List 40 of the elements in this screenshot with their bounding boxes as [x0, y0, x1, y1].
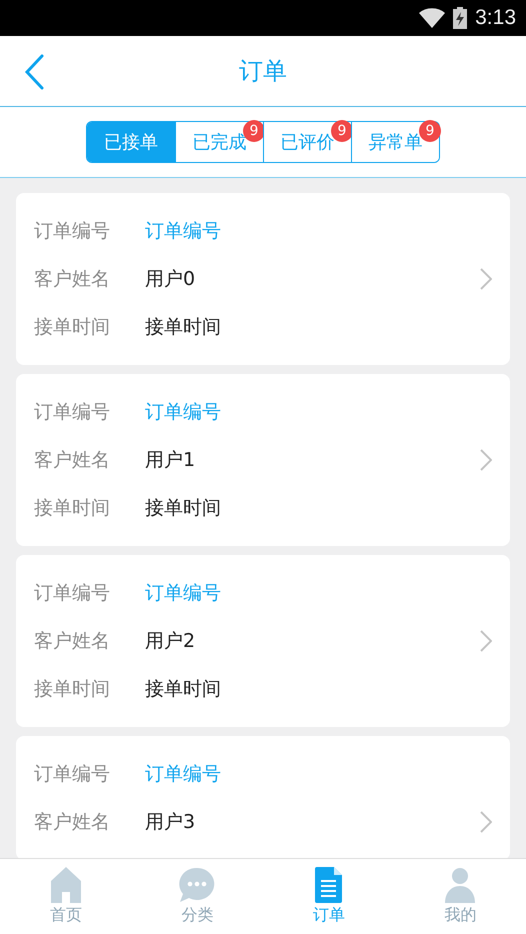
field-value: 用户3 [145, 810, 196, 835]
nav-tab[interactable]: 我的 [394, 859, 526, 934]
count-badge: 9 [419, 120, 441, 142]
order-card[interactable]: 订单编号 订单编号 客户姓名 用户2 接单时间 接单时间 [16, 555, 510, 727]
field-value: 接单时间 [145, 496, 222, 521]
field-label: 客户姓名 [34, 629, 111, 654]
wifi-icon [419, 8, 446, 28]
field-label: 客户姓名 [34, 448, 111, 473]
field-value: 用户0 [145, 267, 196, 292]
field-label: 订单编号 [34, 400, 111, 425]
order-card[interactable]: 订单编号 订单编号 客户姓名 用户3 [16, 736, 510, 858]
status-tab[interactable]: 已接单 [87, 122, 175, 162]
field-value: 接单时间 [145, 315, 222, 340]
nav-tab[interactable]: 首页 [0, 859, 132, 934]
field-label: 客户姓名 [34, 810, 111, 835]
field-label: 接单时间 [34, 677, 111, 702]
field-value: 用户2 [145, 629, 196, 654]
field-value: 接单时间 [145, 677, 222, 702]
field-label: 订单编号 [34, 219, 111, 244]
home-icon [50, 867, 81, 903]
document-icon [315, 867, 342, 903]
field-label: 接单时间 [34, 315, 111, 340]
field-label: 客户姓名 [34, 267, 111, 292]
order-card[interactable]: 订单编号 订单编号 客户姓名 用户0 接单时间 接单时间 [16, 193, 510, 365]
field-value: 订单编号 [145, 762, 222, 787]
nav-tab[interactable]: 订单 [263, 859, 394, 934]
user-icon [445, 867, 476, 903]
field-value: 订单编号 [145, 219, 222, 244]
field-value: 订单编号 [145, 400, 222, 425]
page-title: 订单 [239, 56, 287, 87]
field-value: 订单编号 [145, 581, 222, 606]
status-time: 3:13 [475, 6, 516, 30]
chat-bubble-icon [179, 867, 216, 903]
field-label: 订单编号 [34, 762, 111, 787]
battery-charging-icon [453, 7, 468, 29]
field-label: 接单时间 [34, 496, 111, 521]
order-card[interactable]: 订单编号 订单编号 客户姓名 用户1 接单时间 接单时间 [16, 374, 510, 546]
field-label: 订单编号 [34, 581, 111, 606]
field-value: 用户1 [145, 448, 196, 473]
nav-tab[interactable]: 分类 [132, 859, 263, 934]
